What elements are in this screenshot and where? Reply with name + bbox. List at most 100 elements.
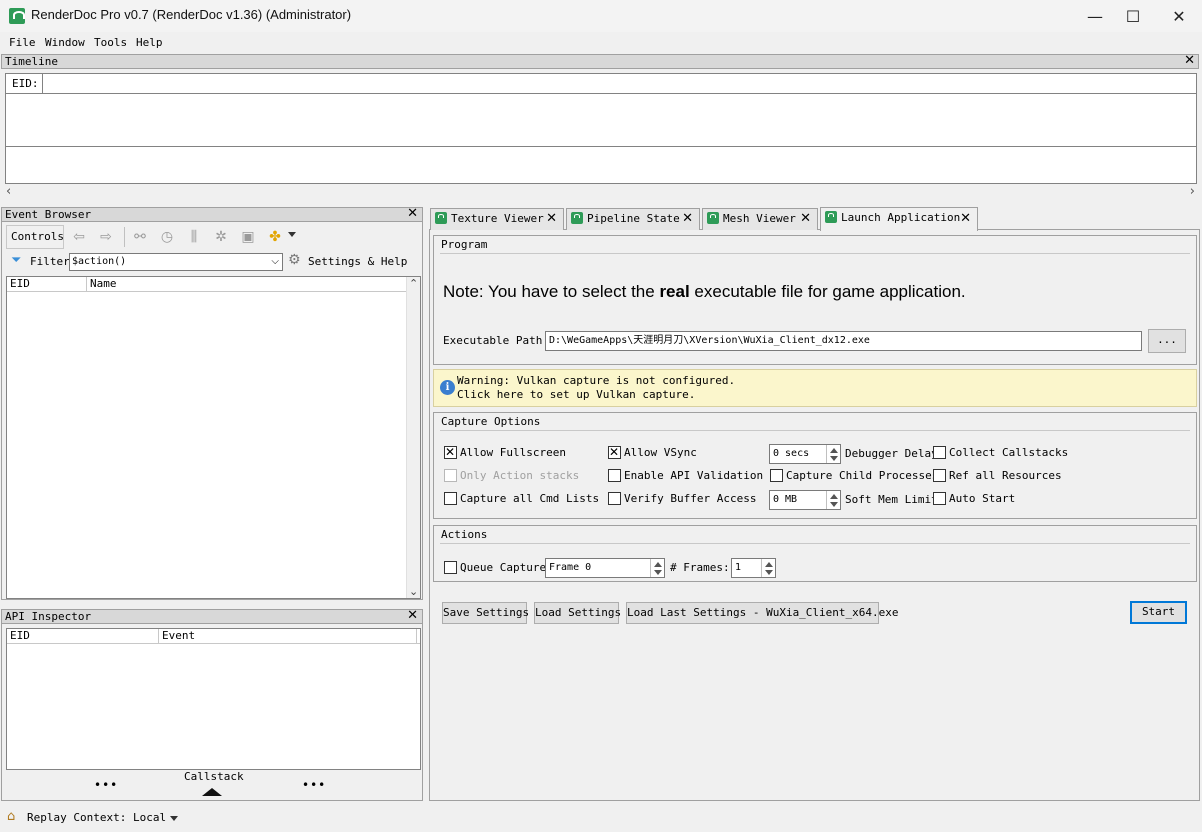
num-frames-spinbox[interactable]: 1 (731, 558, 776, 578)
menu-window[interactable]: Window (45, 36, 85, 49)
bookmark-icon[interactable]: ✲ (212, 228, 230, 246)
capture-child-checkbox[interactable] (770, 469, 783, 482)
tab-launch-application[interactable]: Launch Application ✕ (820, 207, 978, 231)
auto-start-checkbox[interactable] (933, 492, 946, 505)
maximize-button[interactable]: ☐ (1110, 0, 1156, 32)
load-last-settings-button[interactable]: Load Last Settings - WuXia_Client_x64.ex… (626, 602, 899, 624)
spin-up-icon[interactable] (654, 562, 662, 567)
replay-context-dropdown-icon[interactable] (170, 816, 178, 821)
callstack-expand-icon[interactable] (202, 788, 222, 796)
timeline-scrollbar[interactable]: ‹ › (5, 184, 1197, 201)
capture-all-cmd-label[interactable]: Capture all Cmd Lists (460, 492, 599, 505)
enable-api-validation-option[interactable] (608, 469, 621, 485)
event-list[interactable]: EID Name ⌃ ⌄ (6, 276, 421, 599)
load-settings-button[interactable]: Load Settings (534, 602, 621, 624)
tab-texture-viewer[interactable]: Texture Viewer ✕ (430, 208, 564, 230)
event-browser-close-icon[interactable]: ✕ (407, 207, 418, 220)
allow-fullscreen-option[interactable] (444, 445, 457, 462)
tab-mesh-viewer[interactable]: Mesh Viewer ✕ (702, 208, 818, 230)
timings-icon[interactable]: ⫼ (185, 228, 203, 246)
api-event-list[interactable]: EID Event (6, 628, 421, 770)
ref-all-resources-option[interactable] (933, 469, 946, 485)
spin-down-icon[interactable] (765, 570, 773, 575)
spin-down-icon[interactable] (654, 570, 662, 575)
queue-capture-label[interactable]: Queue Capture (460, 561, 546, 574)
settings-help-button[interactable]: Settings & Help (308, 255, 407, 268)
filter-dropdown-icon[interactable]: ⌵ (271, 254, 279, 270)
allow-fullscreen-label[interactable]: Allow Fullscreen (460, 446, 566, 459)
spin-up-icon[interactable] (765, 562, 773, 567)
debugger-delay-spinbox[interactable]: 0 secs (769, 444, 841, 464)
spin-up-icon[interactable] (830, 448, 838, 453)
tab-pipeline-state-close-icon[interactable]: ✕ (682, 209, 693, 229)
filter-input[interactable]: $action() ⌵ (69, 253, 283, 271)
collect-callstacks-label[interactable]: Collect Callstacks (949, 446, 1068, 459)
prev-arrow-icon[interactable]: ⇦ (70, 228, 88, 246)
splitter-dots-left[interactable]: ••• (94, 778, 118, 792)
debugger-delay-spin-arrows[interactable] (826, 445, 840, 463)
capture-all-cmd-option[interactable] (444, 492, 457, 508)
auto-start-label[interactable]: Auto Start (949, 492, 1015, 505)
column-name[interactable]: Name (87, 277, 407, 292)
save-icon[interactable]: ▣ (239, 228, 257, 246)
executable-path-input[interactable]: D:\WeGameApps\天涯明月刀\XVersion\WuXia_Clien… (545, 331, 1142, 351)
puzzle-dropdown-icon[interactable] (288, 232, 296, 237)
spin-up-icon[interactable] (830, 494, 838, 499)
queue-frame-spin-arrows[interactable] (650, 559, 664, 577)
timeline-area[interactable]: EID: (5, 73, 1197, 184)
num-frames-spin-arrows[interactable] (761, 559, 775, 577)
vulkan-setup-link[interactable]: Click here to set up Vulkan capture. (457, 388, 695, 401)
close-button[interactable]: ✕ (1156, 0, 1202, 32)
start-button[interactable]: Start (1130, 601, 1187, 624)
allow-fullscreen-checkbox[interactable] (444, 445, 457, 459)
timeline-close-icon[interactable]: ✕ (1184, 54, 1195, 67)
menu-file[interactable]: File (9, 36, 36, 49)
spin-down-icon[interactable] (830, 502, 838, 507)
queue-capture-checkbox[interactable] (444, 561, 457, 574)
tab-texture-viewer-close-icon[interactable]: ✕ (546, 209, 557, 229)
capture-child-option[interactable] (770, 469, 783, 485)
allow-vsync-option[interactable] (608, 445, 621, 462)
capture-all-cmd-checkbox[interactable] (444, 492, 457, 505)
next-arrow-icon[interactable]: ⇨ (97, 228, 115, 246)
queue-capture-option[interactable] (444, 561, 457, 577)
collect-callstacks-checkbox[interactable] (933, 446, 946, 459)
clock-icon[interactable]: ◷ (158, 228, 176, 246)
api-column-event[interactable]: Event (159, 629, 417, 644)
scroll-right-icon[interactable]: › (1190, 184, 1195, 199)
browse-executable-button[interactable]: ... (1148, 329, 1186, 353)
splitter-dots-right[interactable]: ••• (302, 778, 326, 792)
puzzle-icon[interactable]: ✤ (266, 228, 284, 246)
tab-launch-application-close-icon[interactable]: ✕ (960, 209, 971, 229)
verify-buffer-access-option[interactable] (608, 492, 621, 508)
queue-frame-spinbox[interactable]: Frame 0 (545, 558, 665, 578)
menu-tools[interactable]: Tools (94, 36, 127, 49)
allow-vsync-checkbox[interactable] (608, 445, 621, 459)
menu-help[interactable]: Help (136, 36, 163, 49)
scroll-left-icon[interactable]: ‹ (6, 184, 11, 199)
column-eid[interactable]: EID (7, 277, 87, 292)
tab-pipeline-state[interactable]: Pipeline State ✕ (566, 208, 700, 230)
api-inspector-close-icon[interactable]: ✕ (407, 609, 418, 622)
scroll-down-icon[interactable]: ⌄ (409, 585, 418, 598)
tab-mesh-viewer-close-icon[interactable]: ✕ (800, 209, 811, 229)
allow-vsync-label[interactable]: Allow VSync (624, 446, 697, 459)
capture-child-label[interactable]: Capture Child Processes (786, 469, 938, 482)
scroll-up-icon[interactable]: ⌃ (409, 277, 418, 290)
collect-callstacks-option[interactable] (933, 446, 946, 462)
settings-gear-icon[interactable]: ⚙ (288, 252, 301, 268)
verify-buffer-access-checkbox[interactable] (608, 492, 621, 505)
soft-mem-limit-spin-arrows[interactable] (826, 491, 840, 509)
enable-api-validation-checkbox[interactable] (608, 469, 621, 482)
soft-mem-limit-spinbox[interactable]: 0 MB (769, 490, 841, 510)
save-settings-button[interactable]: Save Settings (442, 602, 529, 624)
enable-api-validation-label[interactable]: Enable API Validation (624, 469, 763, 482)
ref-all-resources-label[interactable]: Ref all Resources (949, 469, 1062, 482)
find-binoculars-icon[interactable]: ⚯ (131, 228, 149, 246)
api-column-eid[interactable]: EID (7, 629, 159, 644)
event-list-scrollbar[interactable]: ⌃ ⌄ (406, 277, 420, 598)
auto-start-option[interactable] (933, 492, 946, 508)
verify-buffer-access-label[interactable]: Verify Buffer Access (624, 492, 756, 505)
vulkan-warning-banner[interactable]: i Warning: Vulkan capture is not configu… (433, 369, 1197, 407)
spin-down-icon[interactable] (830, 456, 838, 461)
